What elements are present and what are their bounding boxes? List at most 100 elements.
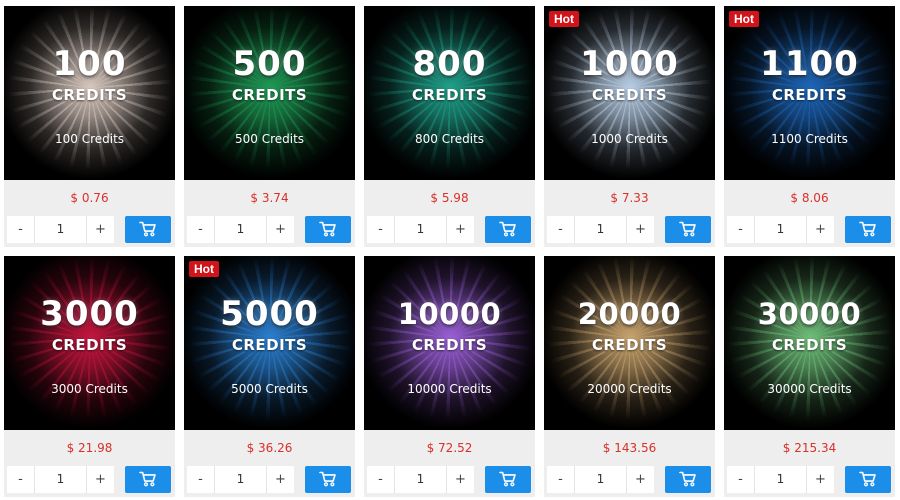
credits-label: CREDITS (231, 336, 308, 354)
product-card: 20000 CREDITS 20000 Credits $ 143.56 - + (544, 256, 715, 497)
quantity-input[interactable] (394, 215, 447, 243)
add-to-cart-button[interactable] (485, 465, 531, 493)
product-title[interactable]: 800 Credits (364, 132, 535, 146)
product-title[interactable]: 3000 Credits (4, 382, 175, 396)
increase-quantity-button[interactable]: + (87, 215, 114, 243)
decrease-quantity-button[interactable]: - (547, 215, 574, 243)
product-card: 5000 CREDITS 5000 Credits Hot $ 36.26 - … (184, 256, 355, 497)
shopping-cart-icon (679, 221, 696, 237)
product-title[interactable]: 500 Credits (184, 132, 355, 146)
purchase-controls: - + (724, 464, 895, 494)
add-to-cart-button[interactable] (305, 465, 351, 493)
credits-label: CREDITS (411, 86, 488, 104)
increase-quantity-button[interactable]: + (807, 215, 834, 243)
purchase-controls: - + (4, 214, 175, 244)
increase-quantity-button[interactable]: + (627, 215, 654, 243)
decrease-quantity-button[interactable]: - (727, 465, 754, 493)
product-title[interactable]: 20000 Credits (544, 382, 715, 396)
decrease-quantity-button[interactable]: - (547, 465, 574, 493)
purchase-controls: - + (184, 214, 355, 244)
product-image[interactable]: 1000 CREDITS 1000 Credits Hot (544, 6, 715, 180)
product-card: 500 CREDITS 500 Credits $ 3.74 - + (184, 6, 355, 247)
product-image[interactable]: 100 CREDITS 100 Credits (4, 6, 175, 180)
product-title[interactable]: 30000 Credits (724, 382, 895, 396)
product-card: 1100 CREDITS 1100 Credits Hot $ 8.06 - + (724, 6, 895, 247)
increase-quantity-button[interactable]: + (807, 465, 834, 493)
hot-badge: Hot (729, 11, 759, 27)
add-to-cart-button[interactable] (665, 465, 711, 493)
credits-label: CREDITS (411, 336, 488, 354)
increase-quantity-button[interactable]: + (267, 465, 294, 493)
add-to-cart-button[interactable] (485, 215, 531, 243)
quantity-stepper: - + (727, 465, 834, 493)
product-image[interactable]: 3000 CREDITS 3000 Credits (4, 256, 175, 430)
credit-amount: 3000 (40, 294, 139, 334)
quantity-input[interactable] (574, 465, 627, 493)
credit-amount: 30000 (757, 297, 862, 331)
decrease-quantity-button[interactable]: - (727, 215, 754, 243)
product-title[interactable]: 1100 Credits (724, 132, 895, 146)
product-image[interactable]: 10000 CREDITS 10000 Credits (364, 256, 535, 430)
product-image[interactable]: 1100 CREDITS 1100 Credits Hot (724, 6, 895, 180)
credit-amount: 5000 (220, 294, 319, 334)
credits-label: CREDITS (771, 86, 848, 104)
product-price: $ 143.56 (602, 441, 657, 455)
increase-quantity-button[interactable]: + (267, 215, 294, 243)
product-title[interactable]: 5000 Credits (184, 382, 355, 396)
credit-amount: 20000 (577, 297, 682, 331)
product-title[interactable]: 10000 Credits (364, 382, 535, 396)
quantity-input[interactable] (394, 465, 447, 493)
product-image[interactable]: 30000 CREDITS 30000 Credits (724, 256, 895, 430)
product-image[interactable]: 20000 CREDITS 20000 Credits (544, 256, 715, 430)
credit-amount: 1100 (760, 44, 859, 84)
product-price: $ 36.26 (246, 441, 293, 455)
product-price: $ 8.06 (790, 191, 829, 205)
product-price: $ 72.52 (426, 441, 473, 455)
quantity-input[interactable] (34, 215, 87, 243)
decrease-quantity-button[interactable]: - (7, 465, 34, 493)
quantity-input[interactable] (574, 215, 627, 243)
product-image[interactable]: 800 CREDITS 800 Credits (364, 6, 535, 180)
product-title[interactable]: 100 Credits (4, 132, 175, 146)
quantity-stepper: - + (7, 215, 114, 243)
quantity-stepper: - + (367, 215, 474, 243)
add-to-cart-button[interactable] (665, 215, 711, 243)
quantity-stepper: - + (367, 465, 474, 493)
decrease-quantity-button[interactable]: - (7, 215, 34, 243)
product-card: 10000 CREDITS 10000 Credits $ 72.52 - + (364, 256, 535, 497)
decrease-quantity-button[interactable]: - (187, 215, 214, 243)
increase-quantity-button[interactable]: + (627, 465, 654, 493)
product-price: $ 0.76 (70, 191, 109, 205)
decrease-quantity-button[interactable]: - (187, 465, 214, 493)
add-to-cart-button[interactable] (125, 465, 171, 493)
quantity-input[interactable] (214, 465, 267, 493)
hot-badge: Hot (189, 261, 219, 277)
add-to-cart-button[interactable] (125, 215, 171, 243)
quantity-input[interactable] (754, 215, 807, 243)
quantity-input[interactable] (754, 465, 807, 493)
decrease-quantity-button[interactable]: - (367, 465, 394, 493)
product-price: $ 7.33 (610, 191, 649, 205)
product-title[interactable]: 1000 Credits (544, 132, 715, 146)
credit-amount: 100 (52, 44, 127, 84)
credits-label: CREDITS (591, 86, 668, 104)
product-card: 1000 CREDITS 1000 Credits Hot $ 7.33 - + (544, 6, 715, 247)
decrease-quantity-button[interactable]: - (367, 215, 394, 243)
product-image[interactable]: 5000 CREDITS 5000 Credits Hot (184, 256, 355, 430)
quantity-input[interactable] (34, 465, 87, 493)
credit-amount: 10000 (397, 297, 502, 331)
add-to-cart-button[interactable] (305, 215, 351, 243)
product-image[interactable]: 500 CREDITS 500 Credits (184, 6, 355, 180)
increase-quantity-button[interactable]: + (87, 465, 114, 493)
add-to-cart-button[interactable] (845, 465, 891, 493)
quantity-input[interactable] (214, 215, 267, 243)
product-price: $ 5.98 (430, 191, 469, 205)
add-to-cart-button[interactable] (845, 215, 891, 243)
increase-quantity-button[interactable]: + (447, 465, 474, 493)
credits-label: CREDITS (771, 336, 848, 354)
quantity-stepper: - + (187, 465, 294, 493)
credits-label: CREDITS (51, 336, 128, 354)
quantity-stepper: - + (7, 465, 114, 493)
increase-quantity-button[interactable]: + (447, 215, 474, 243)
purchase-controls: - + (544, 214, 715, 244)
